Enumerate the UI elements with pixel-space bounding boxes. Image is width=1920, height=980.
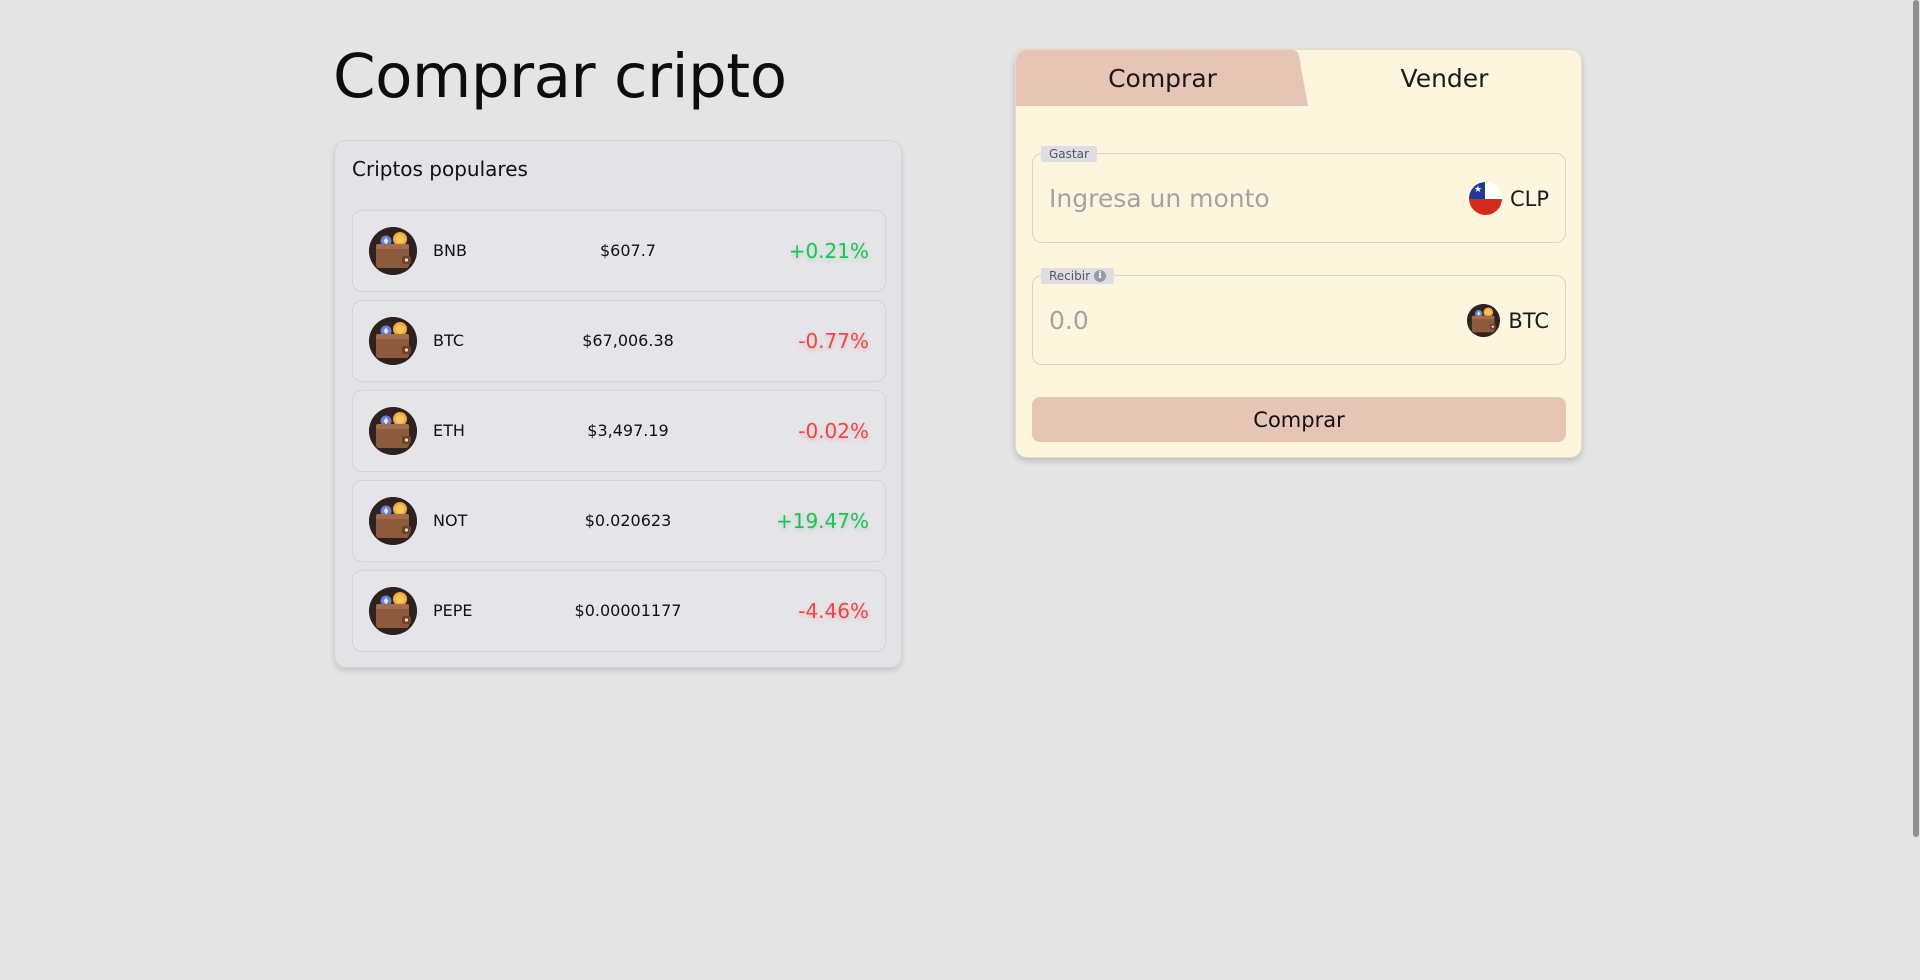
receive-label-text: Recibir <box>1049 269 1090 283</box>
coin-avatar-icon <box>369 587 417 635</box>
coin-change: -0.77% <box>798 329 869 353</box>
coin-row-eth[interactable]: ETH $3,497.19 -0.02% <box>352 390 886 472</box>
page-title: Comprar cripto <box>333 41 787 112</box>
popular-cryptos-title: Criptos populares <box>352 157 528 181</box>
coin-price: $67,006.38 <box>582 331 674 350</box>
coin-symbol: BNB <box>433 241 467 260</box>
receive-currency-selector[interactable]: BTC <box>1467 304 1549 337</box>
spend-currency-selector[interactable]: ★ CLP <box>1468 182 1549 215</box>
coin-change: +19.47% <box>775 509 869 533</box>
coin-symbol: PEPE <box>433 601 473 620</box>
coin-symbol: NOT <box>433 511 468 530</box>
coin-list: BNB $607.7 +0.21% BTC $67,006.38 -0.77% ETH $3,… <box>352 210 886 660</box>
chile-flag-icon: ★ <box>1468 182 1502 215</box>
coin-price: $3,497.19 <box>587 421 669 440</box>
tab-buy[interactable]: Comprar <box>1016 50 1309 106</box>
coin-avatar-icon <box>369 227 417 275</box>
tab-sell-label: Vender <box>1400 63 1489 93</box>
page: Comprar cripto Criptos populares BNB $607… <box>0 0 1920 980</box>
coin-change: -4.46% <box>798 599 869 623</box>
coin-avatar-icon <box>369 317 417 365</box>
trade-card: Comprar Vender Gastar ★ CLP Recibir i <box>1015 49 1582 458</box>
coin-price: $607.7 <box>600 241 656 260</box>
spend-label-text: Gastar <box>1049 147 1089 161</box>
receive-amount-input[interactable] <box>1049 298 1439 342</box>
coin-change: +0.21% <box>788 239 869 263</box>
spend-field: Gastar ★ CLP <box>1032 146 1566 243</box>
spend-amount-input[interactable] <box>1049 176 1439 220</box>
trade-tabs: Comprar Vender <box>1016 50 1581 106</box>
coin-row-not[interactable]: NOT $0.020623 +19.47% <box>352 480 886 562</box>
tab-sell[interactable]: Vender <box>1306 50 1581 106</box>
receive-field: Recibir i BTC <box>1032 268 1566 365</box>
spend-currency-code: CLP <box>1509 186 1549 211</box>
coin-row-btc[interactable]: BTC $67,006.38 -0.77% <box>352 300 886 382</box>
coin-avatar-icon <box>369 407 417 455</box>
coin-price: $0.00001177 <box>574 601 682 620</box>
spend-label: Gastar <box>1041 146 1097 162</box>
info-icon[interactable]: i <box>1094 270 1106 282</box>
receive-currency-code: BTC <box>1508 308 1549 333</box>
page-scrollbar[interactable] <box>1911 0 1920 980</box>
coin-row-bnb[interactable]: BNB $607.7 +0.21% <box>352 210 886 292</box>
coin-row-pepe[interactable]: PEPE $0.00001177 -4.46% <box>352 570 886 652</box>
tab-buy-label: Comprar <box>1108 63 1217 93</box>
coin-symbol: ETH <box>433 421 465 440</box>
popular-cryptos-card: Criptos populares BNB $607.7 +0.21% BTC $67,… <box>334 140 902 668</box>
receive-label: Recibir i <box>1041 268 1114 284</box>
wallet-coin-icon <box>1467 304 1501 337</box>
coin-symbol: BTC <box>433 331 464 350</box>
coin-change: -0.02% <box>798 419 869 443</box>
coin-avatar-icon <box>369 497 417 545</box>
scrollbar-thumb[interactable] <box>1913 0 1919 837</box>
buy-button[interactable]: Comprar <box>1032 397 1566 442</box>
coin-price: $0.020623 <box>584 511 672 530</box>
